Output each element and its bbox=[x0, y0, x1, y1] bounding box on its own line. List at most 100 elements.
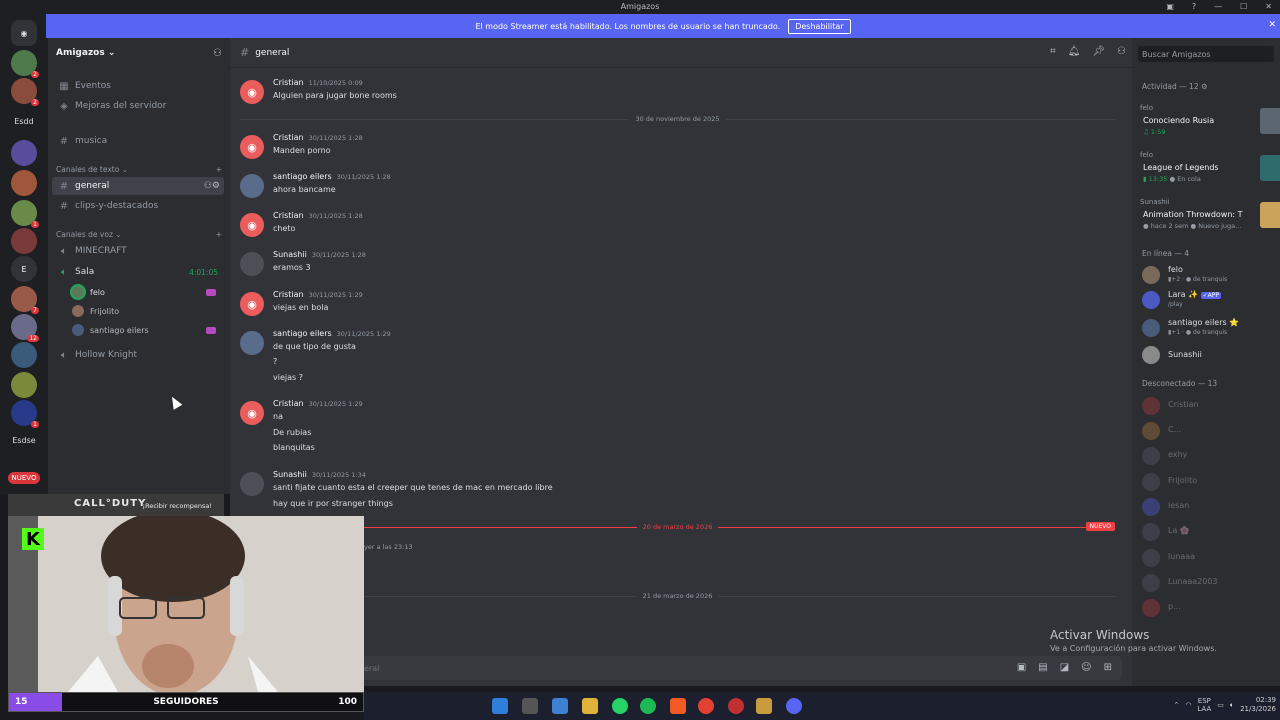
server-icon[interactable]: 1 bbox=[11, 200, 39, 228]
voice-minecraft[interactable]: 🔈︎ MINECRAFT bbox=[52, 242, 224, 260]
minimize-button[interactable]: — bbox=[1214, 2, 1222, 11]
server-icon[interactable] bbox=[11, 342, 37, 368]
member-item[interactable]: Frijolito bbox=[1142, 470, 1276, 492]
speaker-icon: 🔈︎ bbox=[61, 245, 67, 257]
member-item[interactable]: La 🌸 bbox=[1142, 520, 1276, 542]
brave-icon[interactable] bbox=[670, 698, 686, 714]
activity-card[interactable]: felo League of Legends ▮ 13:35 ● En cola bbox=[1140, 151, 1280, 191]
text-category[interactable]: Canales de texto ⌄ + bbox=[56, 165, 222, 174]
member-item[interactable]: Cristian bbox=[1142, 394, 1276, 416]
activity-card[interactable]: felo Conociendo Rusia ♫ 1:59 bbox=[1140, 104, 1280, 144]
member-item[interactable]: p... bbox=[1142, 596, 1276, 618]
file-explorer-icon[interactable] bbox=[522, 698, 538, 714]
league-icon[interactable] bbox=[756, 698, 772, 714]
invite-icon[interactable]: ⚇ bbox=[213, 48, 222, 59]
avatar: ◉ bbox=[240, 135, 264, 159]
activity-title: Actividad — 12 ⚙ bbox=[1142, 82, 1208, 91]
disable-button[interactable]: Deshabilitar bbox=[788, 18, 851, 34]
author-name[interactable]: Sunashii bbox=[273, 470, 307, 479]
channel-general[interactable]: # general ⚇⚙ bbox=[52, 177, 224, 195]
close-icon[interactable]: ✕ bbox=[1268, 20, 1276, 30]
avatar bbox=[1142, 574, 1160, 592]
member-item[interactable]: lunaaa bbox=[1142, 546, 1276, 568]
author-name[interactable]: Cristian bbox=[273, 211, 304, 220]
author-name[interactable]: Cristian bbox=[273, 399, 304, 408]
add-channel-icon[interactable]: + bbox=[216, 230, 222, 239]
server-icon[interactable] bbox=[11, 228, 37, 254]
wifi-icon[interactable]: ◠ bbox=[1185, 701, 1191, 709]
settings-icon[interactable]: ⚇⚙ bbox=[204, 181, 220, 191]
channel-musica[interactable]: # musica bbox=[52, 132, 224, 150]
folder-icon[interactable] bbox=[582, 698, 598, 714]
server-icon[interactable]: 2 bbox=[11, 50, 39, 78]
server-icon[interactable]: 12 bbox=[11, 314, 39, 342]
server-icon[interactable] bbox=[11, 140, 37, 166]
server-label[interactable]: Esdse bbox=[4, 436, 44, 445]
whatsapp-icon[interactable] bbox=[612, 698, 628, 714]
maximize-button[interactable]: ☐ bbox=[1240, 2, 1247, 11]
server-icon[interactable] bbox=[11, 372, 37, 398]
reward-button[interactable]: ¡Recibir recompensa! bbox=[142, 502, 212, 510]
search-input[interactable]: Buscar Amigazos bbox=[1138, 46, 1274, 62]
voice-hollow-knight[interactable]: 🔈︎ Hollow Knight bbox=[52, 346, 224, 364]
add-channel-icon[interactable]: + bbox=[216, 165, 222, 174]
server-label[interactable]: E bbox=[11, 256, 37, 282]
clock[interactable]: 02:39 21/3/2026 bbox=[1240, 696, 1276, 714]
author-name[interactable]: santiago eilers bbox=[273, 172, 332, 181]
chrome-icon[interactable] bbox=[698, 698, 714, 714]
member-item[interactable]: Lara ✨ ✓APP/play bbox=[1142, 288, 1276, 310]
members-icon[interactable]: ⚇ bbox=[1117, 46, 1126, 57]
author-name[interactable]: Cristian bbox=[273, 133, 304, 142]
member-item[interactable]: exhy bbox=[1142, 444, 1276, 466]
language-indicator[interactable]: ESP LAA bbox=[1197, 697, 1211, 713]
bell-icon[interactable]: 🔔︎ bbox=[1068, 46, 1081, 57]
server-icon[interactable] bbox=[11, 170, 37, 196]
inbox-icon[interactable]: ▣ bbox=[1166, 2, 1174, 11]
server-label[interactable]: Esdd bbox=[4, 117, 44, 126]
author-name[interactable]: Sunashii bbox=[273, 250, 307, 259]
emoji-icon[interactable]: ☺ bbox=[1081, 662, 1091, 673]
message-input[interactable]: eral ▣ ▤ ◪ ☺ ⊞ bbox=[240, 656, 1122, 680]
apps-icon[interactable]: ⊞ bbox=[1104, 662, 1112, 673]
discord-icon[interactable] bbox=[786, 698, 802, 714]
member-item[interactable]: felo ▮+2 · ● de tranquis bbox=[1142, 263, 1276, 285]
voice-user[interactable]: santiago eilers bbox=[72, 321, 222, 339]
voice-user[interactable]: Frijolito bbox=[72, 302, 222, 320]
app-icon[interactable] bbox=[728, 698, 744, 714]
guild-header[interactable]: Amigazos ⌄ ⚇ bbox=[48, 38, 230, 68]
member-item[interactable]: lesan bbox=[1142, 495, 1276, 517]
gif-icon[interactable]: ▤ bbox=[1038, 662, 1047, 673]
close-button[interactable]: ✕ bbox=[1265, 2, 1272, 11]
help-icon[interactable]: ? bbox=[1192, 2, 1196, 11]
channel-clips[interactable]: # clips-y-destacados bbox=[52, 197, 224, 215]
network-icon[interactable]: ▭ bbox=[1217, 701, 1224, 709]
author-name[interactable]: Cristian bbox=[273, 290, 304, 299]
member-item[interactable]: Lunaaa2003 bbox=[1142, 571, 1276, 593]
live-icon bbox=[206, 326, 216, 334]
server-boost-item[interactable]: ◈ Mejoras del servidor bbox=[52, 97, 224, 115]
member-item[interactable]: Sunashii bbox=[1142, 343, 1276, 365]
chevron-up-icon[interactable]: ⌃ bbox=[1173, 701, 1179, 709]
threads-icon[interactable]: ⌗ bbox=[1050, 46, 1056, 57]
app-icon[interactable] bbox=[552, 698, 568, 714]
discord-home-icon[interactable]: ◉ bbox=[11, 20, 37, 46]
gift-icon[interactable]: ▣ bbox=[1017, 662, 1026, 673]
voice-user[interactable]: felo bbox=[72, 283, 222, 301]
member-item[interactable]: C... bbox=[1142, 419, 1276, 441]
author-name[interactable]: santiago eilers bbox=[273, 329, 332, 338]
server-icon[interactable]: 7 bbox=[11, 286, 39, 314]
voice-sala[interactable]: 🔈︎ Sala 4:01:05 bbox=[52, 263, 224, 281]
member-item[interactable]: santiago eilers ⭐ ▮+1 · ● de tranquis bbox=[1142, 316, 1276, 338]
pin-icon[interactable]: 📌︎ bbox=[1092, 46, 1105, 57]
volume-icon[interactable]: 🔈︎ bbox=[1230, 701, 1234, 710]
activity-card[interactable]: Sunashii Animation Throwdown: Th... ● ha… bbox=[1140, 198, 1280, 238]
start-icon[interactable] bbox=[492, 698, 508, 714]
events-item[interactable]: ▦ Eventos bbox=[52, 77, 224, 95]
sticker-icon[interactable]: ◪ bbox=[1060, 662, 1069, 673]
windows-taskbar: ⌃ ◠ ESP LAA ▭ 🔈︎ 02:39 21/3/2026 bbox=[364, 692, 1280, 720]
server-icon[interactable]: 2 bbox=[11, 78, 39, 106]
spotify-icon[interactable] bbox=[640, 698, 656, 714]
author-name[interactable]: Cristian bbox=[273, 78, 304, 87]
voice-category[interactable]: Canales de voz ⌄ + bbox=[56, 230, 222, 239]
server-icon[interactable]: 1 bbox=[11, 400, 39, 428]
